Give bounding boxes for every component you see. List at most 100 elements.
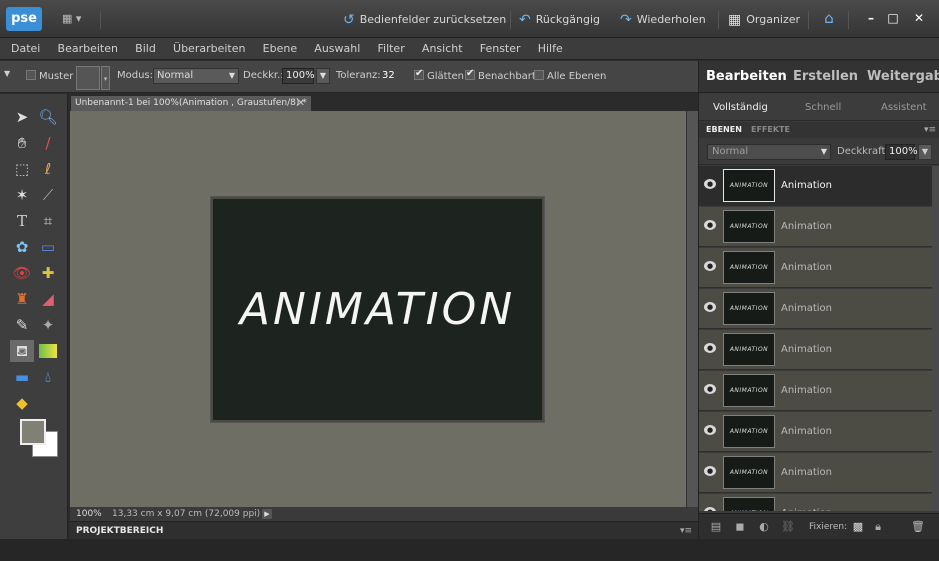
new-adjustment-layer-icon[interactable]: ◼	[733, 520, 747, 534]
adjustment-icon[interactable]: ◐	[757, 520, 771, 534]
tab-layers[interactable]: EBENEN	[706, 122, 742, 138]
menu-view[interactable]: Ansicht	[415, 38, 470, 60]
blend-mode-dropdown[interactable]: Normal ▼	[707, 144, 831, 160]
link-icon[interactable]: ⛓	[781, 520, 795, 534]
straighten-tool-icon[interactable]: ▭	[36, 236, 60, 258]
eye-icon[interactable]: ●	[704, 343, 716, 353]
tab-effects[interactable]: EFFEKTE	[751, 122, 790, 138]
opacity-input[interactable]: 100%	[282, 68, 315, 84]
eraser-tool-icon[interactable]: ◢	[36, 288, 60, 310]
lock-transparency-icon[interactable]: ▩	[851, 520, 865, 534]
zoom-level[interactable]: 100%	[76, 507, 102, 521]
layer-row[interactable]: ● ANIMATION Animation	[699, 453, 932, 493]
tab-full[interactable]: Vollständig	[713, 94, 768, 121]
cookie-cutter-tool-icon[interactable]: ✿	[10, 236, 34, 258]
menu-file[interactable]: Datei	[4, 38, 47, 60]
contiguous-checkbox[interactable]: Benachbart	[465, 68, 536, 82]
layers-scrollbar[interactable]	[932, 166, 939, 511]
eyedropper-tool-icon[interactable]: /	[36, 132, 60, 154]
layer-row[interactable]: ● ANIMATION Animation	[699, 289, 932, 329]
mode-dropdown[interactable]: Normal ▼	[153, 68, 239, 84]
clone-stamp-tool-icon[interactable]: ♜	[10, 288, 34, 310]
eye-icon[interactable]: ●	[704, 425, 716, 435]
red-eye-tool-icon[interactable]: 👁︎	[10, 262, 34, 284]
organizer-button[interactable]: ▦ Organizer	[728, 11, 800, 29]
foreground-color[interactable]	[20, 419, 46, 445]
hand-tool-icon[interactable]: ✋︎	[10, 132, 34, 154]
close-button[interactable]: ✕	[906, 8, 932, 28]
status-menu-arrow[interactable]: ▶	[262, 509, 272, 519]
crop-tool-icon[interactable]: ⌗	[36, 210, 60, 232]
zoom-tool-icon[interactable]: 🔍︎	[36, 106, 60, 128]
opacity-dropdown-arrow[interactable]: ▼	[316, 68, 330, 84]
redo-button[interactable]: ↷ Wiederholen	[620, 11, 706, 29]
eye-icon[interactable]: ●	[704, 179, 716, 189]
home-icon[interactable]: ⌂	[818, 9, 840, 29]
pattern-dropdown-arrow[interactable]: ▾	[101, 66, 110, 90]
eye-icon[interactable]: ●	[704, 220, 716, 230]
brush-tool-icon[interactable]: ✎	[10, 314, 34, 336]
layer-opacity-arrow[interactable]: ▼	[918, 144, 932, 160]
move-tool-icon[interactable]: ➤	[10, 106, 34, 128]
canvas-vertical-scrollbar[interactable]	[686, 111, 698, 507]
pattern-swatch[interactable]	[76, 66, 100, 90]
smart-brush-tool-icon[interactable]: ✦	[36, 314, 60, 336]
document-tab[interactable]: Unbenannt-1 bei 100%(Animation , Graustu…	[70, 95, 312, 111]
layer-row[interactable]: ● ANIMATION Animation	[699, 412, 932, 452]
view-layout-button[interactable]: ▦ ▾	[62, 12, 94, 28]
menu-help[interactable]: Hilfe	[531, 38, 570, 60]
tab-quick[interactable]: Schnell	[805, 94, 841, 121]
paint-bucket-tool-icon[interactable]: ⛾	[10, 340, 34, 362]
menu-window[interactable]: Fenster	[473, 38, 528, 60]
eye-icon[interactable]: ●	[704, 302, 716, 312]
close-tab-icon[interactable]: ✕	[297, 96, 305, 111]
menu-edit[interactable]: Bearbeiten	[51, 38, 125, 60]
layer-row[interactable]: ● ANIMATION Animation	[699, 330, 932, 370]
gradient-tool-icon[interactable]	[36, 340, 60, 362]
healing-brush-tool-icon[interactable]: ✚	[36, 262, 60, 284]
magic-wand-tool-icon[interactable]: ✶	[10, 184, 34, 206]
shape-tool-icon[interactable]: ▬	[10, 366, 34, 388]
tab-share[interactable]: Weitergabe	[867, 61, 939, 93]
tab-guided[interactable]: Assistent	[881, 94, 927, 121]
lock-icon[interactable]: 🔒︎	[871, 520, 885, 534]
reset-panels-button[interactable]: ↺ Bedienfelder zurücksetzen	[343, 11, 506, 29]
trash-icon[interactable]: 🗑︎	[911, 520, 925, 534]
text-tool-icon[interactable]: T	[10, 210, 34, 232]
menu-select[interactable]: Auswahl	[307, 38, 367, 60]
palette-menu-icon[interactable]: ▾≡	[924, 122, 936, 138]
tab-create[interactable]: Erstellen	[793, 61, 858, 93]
document-canvas[interactable]: ANIMATION	[211, 197, 544, 422]
layer-opacity-input[interactable]: 100%	[885, 144, 918, 160]
maximize-button[interactable]: □	[880, 8, 906, 28]
tolerance-input[interactable]: 32	[382, 70, 395, 81]
layer-row[interactable]: ● ANIMATION Animation	[699, 207, 932, 247]
eye-icon[interactable]: ●	[704, 261, 716, 271]
menu-enhance[interactable]: Überarbeiten	[166, 38, 252, 60]
layer-row[interactable]: ● ANIMATION Animation	[699, 248, 932, 288]
menu-layer[interactable]: Ebene	[256, 38, 304, 60]
pattern-checkbox[interactable]: Muster	[26, 70, 73, 82]
project-bin-bar[interactable]: PROJEKTBEREICH ▾≡	[70, 521, 698, 539]
tool-preset-arrow[interactable]: ▼	[4, 69, 10, 78]
eye-icon[interactable]: ●	[704, 507, 716, 511]
menu-filter[interactable]: Filter	[370, 38, 411, 60]
layer-row[interactable]: ● ANIMATION Animation	[699, 166, 932, 206]
smooth-checkbox[interactable]: Glätten	[414, 68, 464, 82]
lasso-tool-icon[interactable]: ℓ	[36, 158, 60, 180]
sponge-tool-icon[interactable]: ◆	[10, 392, 34, 414]
quick-selection-tool-icon[interactable]: ⟋	[36, 184, 60, 206]
layer-row[interactable]: ● ANIMATION Animation	[699, 371, 932, 411]
eye-icon[interactable]: ●	[704, 466, 716, 476]
tab-edit[interactable]: Bearbeiten	[706, 61, 787, 93]
panel-menu-icon[interactable]: ▾≡	[680, 522, 692, 540]
color-swatches[interactable]	[20, 419, 58, 457]
all-layers-checkbox[interactable]: Alle Ebenen	[534, 70, 606, 82]
layer-row[interactable]: ● ANIMATION Animation	[699, 494, 932, 511]
marquee-tool-icon[interactable]: ⬚	[10, 158, 34, 180]
undo-button[interactable]: ↶ Rückgängig	[519, 11, 600, 29]
blur-tool-icon[interactable]: 💧︎	[36, 366, 60, 388]
menu-image[interactable]: Bild	[128, 38, 163, 60]
eye-icon[interactable]: ●	[704, 384, 716, 394]
new-layer-icon[interactable]: ▤	[709, 520, 723, 534]
